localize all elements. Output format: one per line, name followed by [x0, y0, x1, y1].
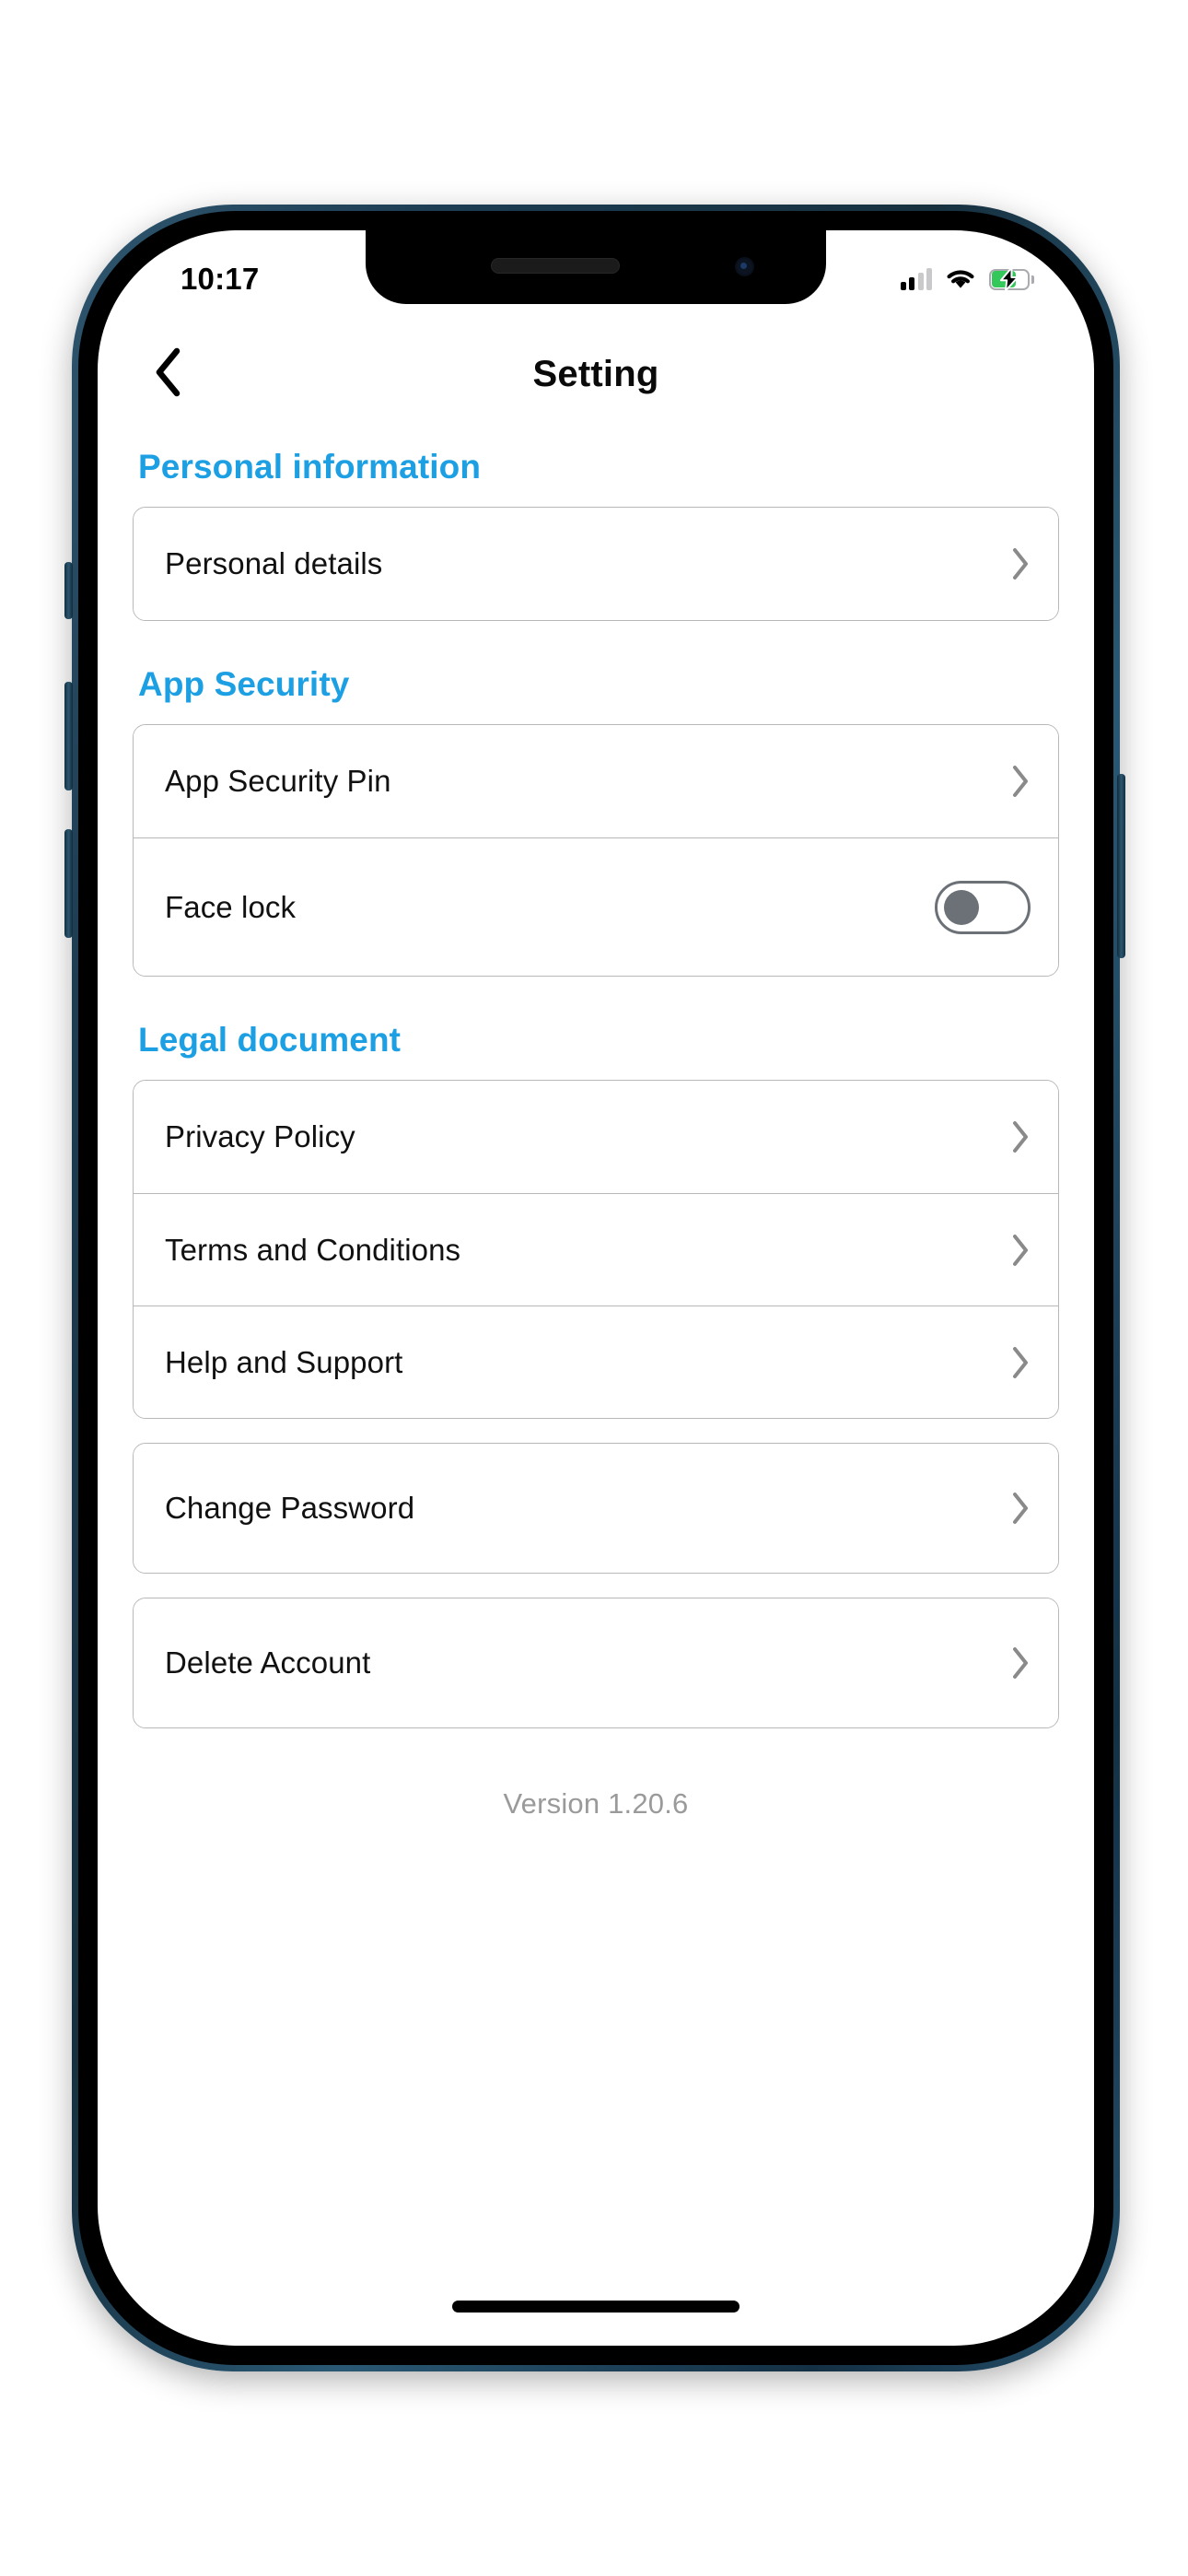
chevron-right-icon[interactable] [1010, 764, 1031, 799]
toggle-knob [944, 889, 979, 925]
chevron-right-icon[interactable] [1010, 1345, 1031, 1380]
row-app-security-pin[interactable]: App Security Pin [134, 725, 1058, 837]
chevron-left-icon [152, 346, 185, 403]
row-label: Privacy Policy [165, 1119, 355, 1153]
battery-charging-icon [989, 267, 1034, 291]
wifi-icon [945, 268, 976, 291]
row-privacy-policy[interactable]: Privacy Policy [134, 1081, 1058, 1193]
row-label: Change Password [165, 1491, 415, 1525]
phone-screen: 10:17 Setting Personal information Perso… [98, 230, 1094, 2346]
card-app-security: App Security Pin Face lock [133, 724, 1059, 977]
row-label: Personal details [165, 546, 383, 580]
row-face-lock[interactable]: Face lock [134, 837, 1058, 976]
cellular-signal-icon [900, 268, 932, 290]
row-label: App Security Pin [165, 764, 391, 798]
row-change-password[interactable]: Change Password [134, 1444, 1058, 1573]
status-bar-icons [900, 267, 1036, 291]
row-label: Help and Support [165, 1344, 403, 1379]
status-bar-time: 10:17 [181, 262, 260, 296]
chevron-right-icon[interactable] [1010, 1119, 1031, 1154]
page-title: Setting [532, 353, 659, 394]
volume-down-button[interactable] [64, 829, 73, 938]
row-label: Terms and Conditions [165, 1232, 461, 1267]
card-personal-information: Personal details [133, 507, 1059, 621]
card-change-password: Change Password [133, 1443, 1059, 1574]
row-label: Delete Account [165, 1645, 371, 1680]
chevron-right-icon[interactable] [1010, 1491, 1031, 1526]
chevron-right-icon[interactable] [1010, 1645, 1031, 1680]
back-button[interactable] [136, 342, 201, 406]
app-header: Setting [98, 330, 1094, 418]
chevron-right-icon[interactable] [1010, 546, 1031, 581]
card-legal-documents: Privacy Policy Terms and Conditions Help… [133, 1080, 1059, 1419]
section-title-app-security: App Security [138, 665, 350, 703]
mute-switch-button[interactable] [64, 562, 73, 619]
face-lock-toggle-switch[interactable] [935, 880, 1031, 934]
card-delete-account: Delete Account [133, 1598, 1059, 1728]
row-personal-details[interactable]: Personal details [134, 508, 1058, 620]
row-help-and-support[interactable]: Help and Support [134, 1306, 1058, 1418]
power-side-button[interactable] [1117, 774, 1125, 958]
home-indicator[interactable] [452, 2301, 740, 2313]
settings-content: Personal information Personal details Ap… [98, 420, 1094, 1821]
row-label: Face lock [165, 889, 297, 924]
app-version-label: Version 1.20.6 [503, 1787, 689, 1820]
section-title-legal-document: Legal document [138, 1021, 402, 1059]
volume-up-button[interactable] [64, 682, 73, 790]
chevron-right-icon[interactable] [1010, 1233, 1031, 1268]
row-delete-account[interactable]: Delete Account [134, 1598, 1058, 1727]
row-terms-and-conditions[interactable]: Terms and Conditions [134, 1193, 1058, 1306]
section-title-personal-information: Personal information [138, 448, 482, 486]
status-bar: 10:17 [98, 230, 1094, 315]
